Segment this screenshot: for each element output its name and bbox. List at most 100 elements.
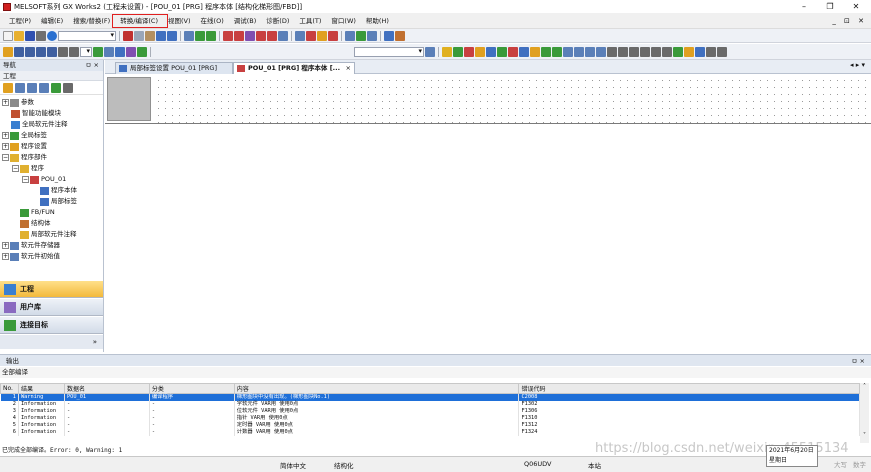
label-icon[interactable] [384, 30, 394, 41]
table-row[interactable]: 6 Information - - 计数器 VAR用 使用0点 F1324 [0, 429, 860, 436]
comment-icon[interactable] [356, 30, 366, 41]
table-row[interactable]: 4 Information - - 指针 VAR用 使用0点 F1310 [0, 415, 860, 422]
contact-icon[interactable] [453, 46, 463, 57]
menu-window[interactable]: 窗口(W) [326, 14, 361, 28]
col-no[interactable]: No. [0, 383, 19, 394]
mode-dropdown[interactable] [80, 46, 92, 57]
fb-insert-icon[interactable] [486, 46, 496, 57]
print-icon[interactable] [36, 30, 46, 41]
col-errorcode[interactable]: 错误代码 [518, 383, 860, 394]
line-icon[interactable] [563, 46, 573, 57]
table-row[interactable]: 1 Warning POU_01 编译程序 梯形图块中没有出现。(梯形图块No.1) C2… [0, 393, 860, 401]
col-content[interactable]: 内容 [233, 383, 520, 394]
wire-icon[interactable] [585, 46, 595, 57]
open-folder-icon[interactable] [14, 30, 24, 41]
save-icon[interactable] [25, 30, 35, 41]
device-icon[interactable] [278, 30, 288, 41]
tree-item-program[interactable]: − 程序 [12, 163, 44, 174]
tab-close-icon[interactable]: × [346, 63, 351, 74]
connect-icon[interactable] [596, 46, 606, 57]
verify-icon[interactable] [245, 30, 255, 41]
nav-pin-button[interactable]: ㅁ × [86, 60, 100, 71]
pin-icon[interactable] [607, 46, 617, 57]
nav-new-icon[interactable] [3, 82, 13, 93]
tree-item-program-body[interactable]: 程序本体 [40, 185, 77, 196]
tab-local-label[interactable]: 局部标签设置 POU_01 [PRG] [115, 62, 233, 74]
minimize-button[interactable]: – [791, 0, 817, 13]
menu-project[interactable]: 工程(P) [4, 14, 36, 28]
settings-icon[interactable] [58, 46, 68, 57]
label-insert-icon[interactable] [519, 46, 529, 57]
toolbar-dropdown[interactable] [58, 30, 116, 41]
paste-icon[interactable] [145, 30, 155, 41]
chart-icon[interactable] [137, 46, 147, 57]
nav-expand-icon[interactable] [27, 82, 37, 93]
undo-icon[interactable] [156, 30, 166, 41]
return-icon[interactable] [508, 46, 518, 57]
nav-overflow-chevron-icon[interactable]: » [0, 335, 103, 349]
rebuild-icon[interactable] [206, 30, 216, 41]
nav-refresh-icon[interactable] [51, 82, 61, 93]
search-icon[interactable] [425, 46, 435, 57]
auto-icon[interactable] [684, 46, 694, 57]
new-file-icon[interactable] [3, 30, 13, 41]
list-icon[interactable] [47, 46, 57, 57]
monitor-icon[interactable] [256, 30, 266, 41]
nav-property-icon[interactable] [63, 82, 73, 93]
buffer-icon[interactable] [295, 30, 305, 41]
help-icon[interactable] [47, 30, 57, 41]
col-dataname[interactable]: 数据名 [63, 383, 150, 394]
monitor-stop-icon[interactable] [267, 30, 277, 41]
select-icon[interactable] [442, 46, 452, 57]
menu-debug[interactable]: 调试(B) [229, 14, 262, 28]
tree-item-device-memory[interactable]: + 软元件存储器 [2, 240, 60, 251]
project-icon[interactable] [3, 46, 13, 57]
expand-icon[interactable]: + [2, 143, 9, 150]
maximize-button[interactable]: ❐ [817, 0, 843, 13]
tree-item-structure[interactable]: 结构体 [20, 218, 51, 229]
scroll-up-icon[interactable]: ˄ [860, 383, 869, 390]
zoom-in-icon[interactable] [706, 46, 716, 57]
fall-icon[interactable] [640, 46, 650, 57]
tree-item-device-init[interactable]: + 软元件初始值 [2, 251, 60, 262]
nav-icon[interactable] [14, 46, 24, 57]
compile-icon[interactable] [195, 30, 205, 41]
tree-item-intelligent-module[interactable]: 智能功能模块 [11, 108, 61, 119]
io-icon[interactable] [69, 46, 79, 57]
nav-folder-icon[interactable] [15, 82, 25, 93]
run-icon[interactable] [93, 46, 103, 57]
expand-icon[interactable]: + [2, 253, 9, 260]
output-scrollbar[interactable]: ˄ ˅ [860, 383, 869, 443]
zoom-icon[interactable] [345, 30, 355, 41]
redo-icon[interactable] [167, 30, 177, 41]
output-icon[interactable] [552, 46, 562, 57]
rise-icon[interactable] [629, 46, 639, 57]
table-row[interactable]: 2 Information - - 字软元件 VAR用 使用0点 F1302 [0, 401, 860, 408]
fb-icon[interactable] [395, 30, 405, 41]
table-row[interactable]: 5 Information - - 定时器 VAR用 使用0点 F1312 [0, 422, 860, 429]
nav-button-connection[interactable]: 连接目标 [0, 317, 103, 334]
panel-icon[interactable] [36, 46, 46, 57]
expand-icon[interactable]: + [2, 132, 9, 139]
scroll-down-icon[interactable]: ˅ [860, 432, 869, 439]
tree-item-global-comment[interactable]: 全局软元件注释 [11, 119, 68, 130]
tree-item-global-label[interactable]: + 全局标签 [2, 130, 47, 141]
collapse-icon[interactable]: − [12, 165, 19, 172]
collapse-icon[interactable]: − [2, 154, 9, 161]
search-dropdown[interactable] [354, 46, 424, 57]
fbd-canvas[interactable] [105, 75, 871, 352]
tree-item-local-label[interactable]: 局部标签 [40, 196, 77, 207]
negate-icon[interactable] [618, 46, 628, 57]
copy-icon[interactable] [134, 30, 144, 41]
sim-stop-icon[interactable] [317, 30, 327, 41]
nav-collapse-icon[interactable] [39, 82, 49, 93]
tab-scroll-icon[interactable]: ◂ ▸ ▾ [850, 61, 865, 69]
nav-button-project[interactable]: 工程 [0, 281, 103, 298]
find-icon[interactable] [184, 30, 194, 41]
window-icon[interactable] [25, 46, 35, 57]
tab-program-body[interactable]: POU_01 [PRG] 程序本体 [... × [233, 62, 355, 74]
coil-icon[interactable] [464, 46, 474, 57]
menu-edit[interactable]: 编辑(E) [36, 14, 68, 28]
menu-help[interactable]: 帮助(H) [361, 14, 394, 28]
col-result[interactable]: 结果 [17, 383, 65, 394]
